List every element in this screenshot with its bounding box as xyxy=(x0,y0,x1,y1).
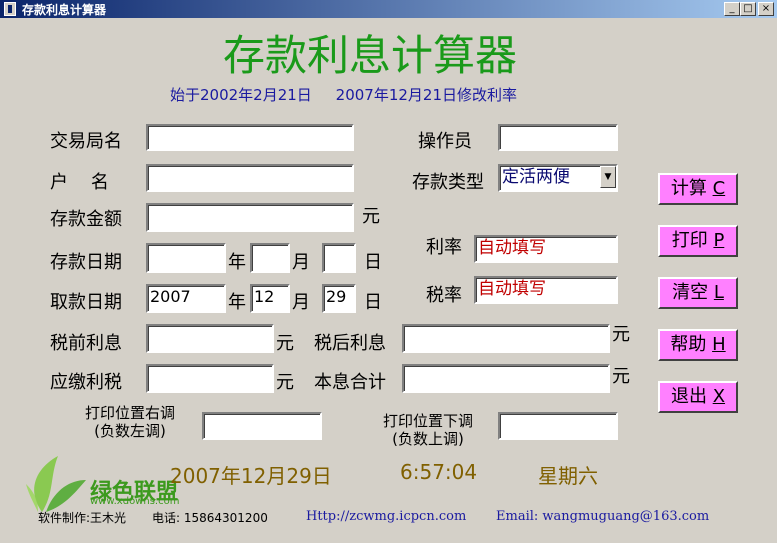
app-heading: 存款利息计算器 xyxy=(222,31,517,80)
app-icon xyxy=(4,2,16,16)
total-field[interactable] xyxy=(402,364,610,393)
deposit-date-label: 存款日期 xyxy=(50,252,122,273)
print-right-label: 打印位置右调 (负数左调) xyxy=(84,404,175,440)
amount-unit: 元 xyxy=(362,206,380,227)
print-down-field[interactable] xyxy=(498,412,618,440)
website-link[interactable]: Http://zcwmg.icpcn.com xyxy=(306,509,466,524)
deposit-type-value: 定活两便 xyxy=(502,167,570,187)
pretax-interest-label: 税前利息 xyxy=(50,333,122,354)
clear-button[interactable]: 清空 L xyxy=(658,277,738,309)
rate-field[interactable]: 自动填写 xyxy=(474,235,618,263)
current-date: 2007年12月29日 xyxy=(170,464,332,488)
print-button[interactable]: 打印 P xyxy=(658,225,738,257)
exchange-label: 交易局名 xyxy=(50,131,122,152)
phone-number: 电话: 15864301200 xyxy=(152,511,268,525)
pretax-interest-unit: 元 xyxy=(276,333,294,354)
amount-label: 存款金额 xyxy=(50,209,122,230)
aftertax-interest-unit: 元 xyxy=(612,324,630,345)
tax-due-label: 应缴利税 xyxy=(50,372,122,393)
pretax-interest-field[interactable] xyxy=(146,324,274,353)
author-credit: 软件制作:王木光 xyxy=(38,511,127,525)
watermark-text: www.xdowns.com xyxy=(90,496,180,507)
withdraw-day-field[interactable]: 29 xyxy=(322,284,356,313)
maximize-button[interactable]: □ xyxy=(740,2,756,16)
withdraw-year-unit: 年 xyxy=(228,292,246,313)
tax-rate-field[interactable]: 自动填写 xyxy=(474,276,618,304)
operator-label: 操作员 xyxy=(418,131,472,152)
deposit-month-unit: 月 xyxy=(292,252,310,273)
window-titlebar[interactable]: 存款利息计算器 _ □ × xyxy=(0,0,777,18)
rate-label: 利率 xyxy=(426,237,462,258)
amount-field[interactable] xyxy=(146,203,354,232)
window-title: 存款利息计算器 xyxy=(22,3,107,17)
account-name-field[interactable] xyxy=(146,164,354,192)
total-label: 本息合计 xyxy=(314,372,386,393)
calculate-button[interactable]: 计算 C xyxy=(658,173,738,205)
app-subtitle: 始于2002年2月21日 2007年12月21日修改利率 xyxy=(170,86,517,104)
aftertax-interest-field[interactable] xyxy=(402,324,610,353)
deposit-day-field[interactable] xyxy=(322,243,356,273)
withdraw-day-unit: 日 xyxy=(364,292,382,313)
dropdown-arrow-icon[interactable]: ▼ xyxy=(600,166,616,188)
print-down-label: 打印位置下调 (负数上调) xyxy=(382,412,473,448)
deposit-day-unit: 日 xyxy=(364,252,382,273)
withdraw-month-field[interactable]: 12 xyxy=(250,284,290,313)
deposit-year-unit: 年 xyxy=(228,252,246,273)
deposit-type-label: 存款类型 xyxy=(412,172,484,193)
deposit-year-field[interactable] xyxy=(146,243,226,273)
close-button[interactable]: × xyxy=(758,2,774,16)
tax-rate-label: 税率 xyxy=(426,285,462,306)
total-unit: 元 xyxy=(612,366,630,387)
withdraw-year-field[interactable]: 2007 xyxy=(146,284,226,313)
aftertax-interest-label: 税后利息 xyxy=(314,333,386,354)
print-right-field[interactable] xyxy=(202,412,322,440)
email-link[interactable]: Email: wangmuguang@163.com xyxy=(496,509,709,524)
tax-due-field[interactable] xyxy=(146,364,274,393)
withdraw-month-unit: 月 xyxy=(292,292,310,313)
current-weekday: 星期六 xyxy=(538,464,598,488)
help-button[interactable]: 帮助 H xyxy=(658,329,738,361)
withdraw-date-label: 取款日期 xyxy=(50,292,122,313)
minimize-button[interactable]: _ xyxy=(724,2,740,16)
tax-due-unit: 元 xyxy=(276,372,294,393)
exit-button[interactable]: 退出 X xyxy=(658,381,738,413)
deposit-month-field[interactable] xyxy=(250,243,290,273)
operator-field[interactable] xyxy=(498,124,618,151)
account-name-label: 户 名 xyxy=(50,172,109,193)
current-time: 6:57:04 xyxy=(400,460,478,484)
exchange-field[interactable] xyxy=(146,124,354,151)
